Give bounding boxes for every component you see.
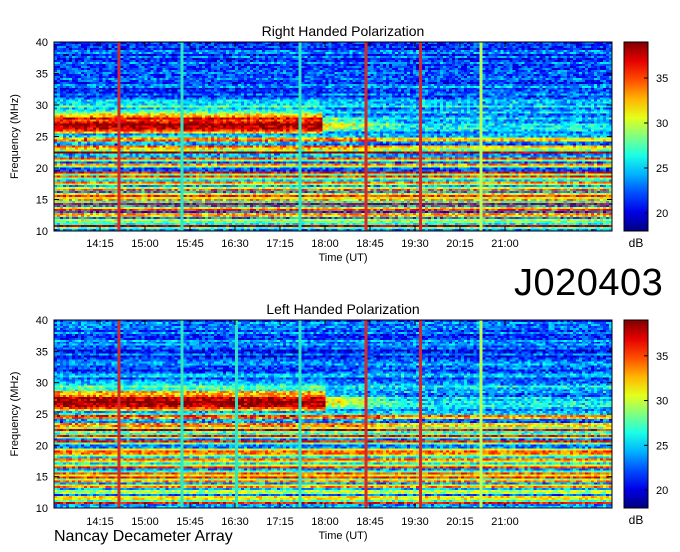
y-tick-label: 25 [36,132,48,144]
x-tick-label: 19:30 [401,238,429,250]
chart-title: Left Handed Polarization [266,301,419,317]
x-tick-label: 15:45 [176,238,204,250]
x-tick-label: 20:15 [446,238,474,250]
y-tick-label: 25 [36,409,48,421]
x-tick-label: 16:30 [221,516,249,528]
x-tick-label: 17:15 [266,516,294,528]
x-axis-label: Time (UT) [318,252,367,264]
y-tick-label: 30 [36,378,48,390]
y-tick-label: 15 [36,195,48,207]
x-axis-label: Time (UT) [318,530,367,542]
x-tick-label: 21:00 [491,238,519,250]
y-tick-label: 20 [36,163,48,175]
x-tick-label: 18:00 [311,238,339,250]
x-tick-label: 18:45 [356,516,384,528]
colorbar-tick-label: 35 [656,351,668,363]
x-tick-label: 17:15 [266,238,294,250]
y-tick-label: 10 [36,503,48,515]
chart-title: Right Handed Polarization [262,23,425,39]
y-tick-label: 35 [36,69,48,81]
x-tick-label: 14:15 [86,238,114,250]
colorbar-tick-label: 35 [656,73,668,85]
x-tick-label: 15:45 [176,516,204,528]
y-tick-label: 40 [36,315,48,327]
x-tick-label: 20:15 [446,516,474,528]
x-tick-label: 18:45 [356,238,384,250]
x-tick-label: 15:00 [131,516,159,528]
colorbar-tick-label: 25 [656,163,668,175]
chart-panel-1: Right Handed Polarization 10 15 20 25 30 35 40 F… [9,23,668,264]
y-axis-label: Frequency (MHz) [9,372,21,457]
colorbar [623,41,649,232]
y-tick-label: 30 [36,100,48,112]
x-tick-label: 15:00 [131,238,159,250]
y-tick-label: 40 [36,37,48,49]
x-tick-label: 21:00 [491,516,519,528]
colorbar [623,319,649,509]
y-tick-label: 20 [36,440,48,452]
y-tick-label: 10 [36,226,48,238]
y-tick-label: 35 [36,346,48,358]
colorbar-tick-label: 20 [656,485,668,497]
colorbar-tick-label: 30 [656,396,668,408]
colorbar-tick-label: 25 [656,440,668,452]
colorbar-label: dB [629,513,644,527]
y-axis-label: Frequency (MHz) [9,94,21,179]
x-tick-label: 16:30 [221,238,249,250]
spectrogram-image [54,320,612,508]
colorbar-label: dB [629,236,644,250]
x-tick-label: 14:15 [86,516,114,528]
spectrogram-image [54,42,612,231]
colorbar-tick-label: 30 [656,118,668,130]
observation-id: J020403 [514,262,664,304]
x-tick-label: 19:30 [401,516,429,528]
chart-panel-2: Left Handed Polarization 10 15 20 25 30 35 40 Fr… [9,301,668,542]
colorbar-tick-label: 20 [656,208,668,220]
y-tick-label: 15 [36,472,48,484]
instrument-name: Nancay Decameter Array [54,528,233,545]
x-tick-label: 18:00 [311,516,339,528]
